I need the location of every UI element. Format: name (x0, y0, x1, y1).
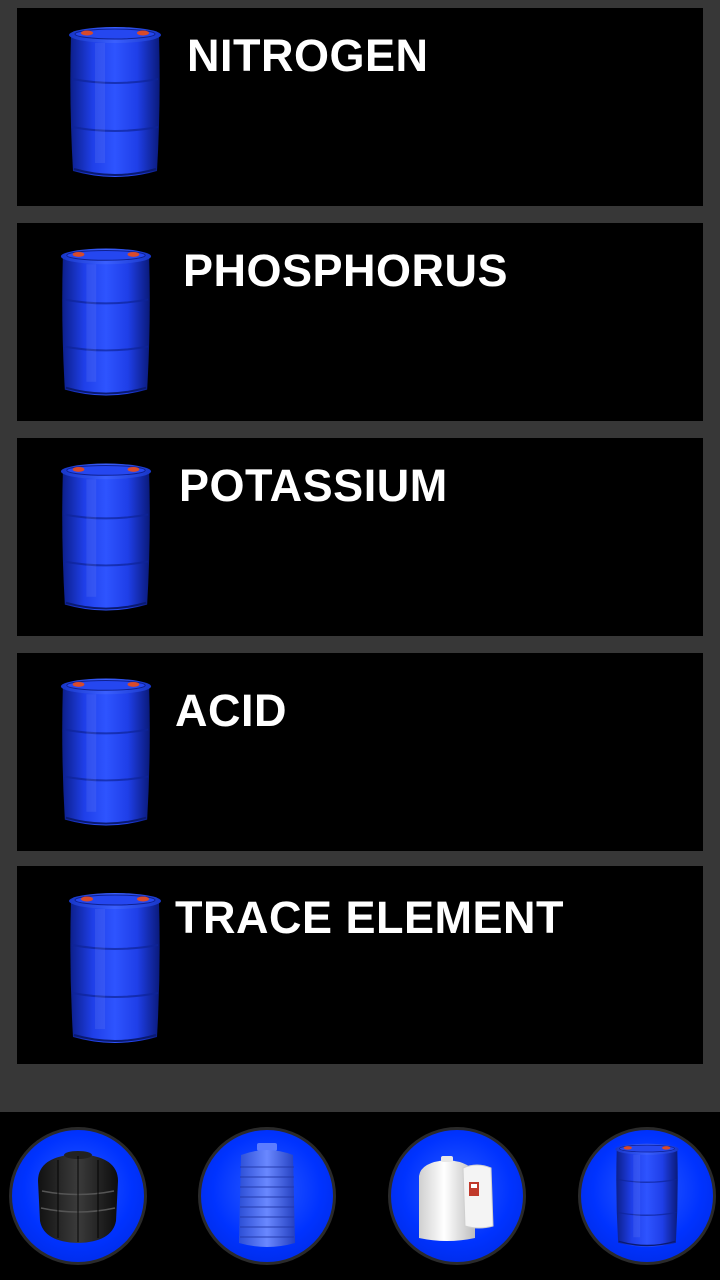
nav-water-tank-button[interactable] (198, 1127, 336, 1265)
category-label: TRACE ELEMENT (175, 892, 564, 943)
category-list: NITROGEN PHOSPHORUS POTASSIUM ACID TRACE… (0, 0, 720, 1112)
category-label: POTASSIUM (179, 460, 448, 511)
nav-drum-button[interactable] (578, 1127, 716, 1265)
category-label: NITROGEN (187, 30, 429, 81)
category-label: ACID (175, 685, 287, 736)
black-septic-tank-icon (38, 1151, 118, 1243)
blue-water-tank-icon (239, 1143, 295, 1247)
blue-drum-icon (612, 1141, 682, 1251)
category-card-potassium[interactable]: POTASSIUM (17, 438, 703, 636)
bottom-navigation (0, 1112, 720, 1280)
category-card-phosphorus[interactable]: PHOSPHORUS (17, 223, 703, 421)
category-card-nitrogen[interactable]: NITROGEN (17, 8, 703, 206)
category-card-acid[interactable]: ACID (17, 653, 703, 851)
nav-chemical-tank-button[interactable] (388, 1127, 526, 1265)
blue-drum-icon (57, 673, 155, 833)
blue-drum-icon (65, 888, 165, 1050)
category-label: PHOSPHORUS (183, 245, 509, 296)
blue-drum-icon (57, 458, 155, 618)
blue-drum-icon (57, 243, 155, 403)
category-card-trace-element[interactable]: TRACE ELEMENT (17, 866, 703, 1064)
nav-septic-tank-button[interactable] (9, 1127, 147, 1265)
blue-drum-icon (65, 22, 165, 184)
white-chemical-tank-icon (419, 1156, 494, 1241)
